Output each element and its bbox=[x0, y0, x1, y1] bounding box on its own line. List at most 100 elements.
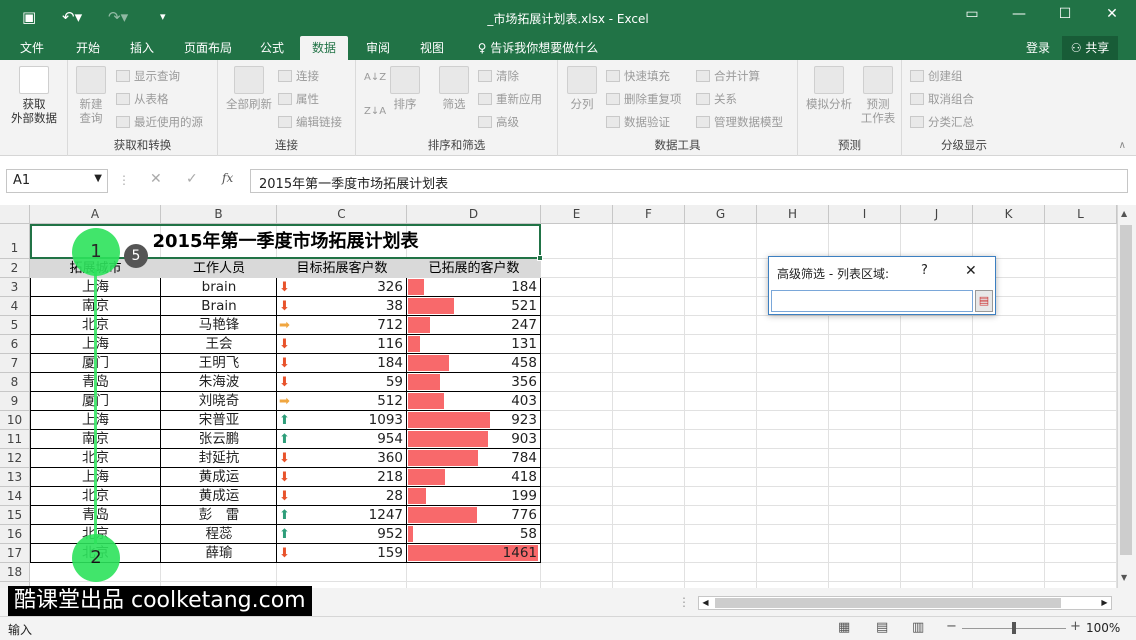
advanced-button[interactable]: 高级 bbox=[478, 114, 519, 130]
get-external-data-button[interactable]: 获取 外部数据 bbox=[4, 66, 64, 125]
cell-done[interactable]: 131 bbox=[407, 335, 537, 354]
edit-links-button[interactable]: 编辑链接 bbox=[278, 114, 342, 130]
cell-staff[interactable]: 朱海波 bbox=[161, 373, 277, 392]
tab-file[interactable]: 文件 bbox=[12, 36, 52, 60]
remove-duplicates-button[interactable]: 删除重复项 bbox=[606, 91, 682, 107]
row-header-5[interactable]: 5 bbox=[0, 316, 30, 335]
reapply-button[interactable]: 重新应用 bbox=[478, 91, 542, 107]
minimize-icon[interactable]: — bbox=[1005, 6, 1033, 22]
cell-target[interactable]: 218 bbox=[277, 468, 403, 487]
cell-target[interactable]: 38 bbox=[277, 297, 403, 316]
row-header-11[interactable]: 11 bbox=[0, 430, 30, 449]
chevron-down-icon[interactable]: ▼ bbox=[94, 173, 102, 184]
cell-done[interactable]: 521 bbox=[407, 297, 537, 316]
properties-button[interactable]: 属性 bbox=[278, 91, 319, 107]
row-header-15[interactable]: 15 bbox=[0, 506, 30, 525]
filter-button[interactable]: 筛选 bbox=[436, 66, 472, 111]
text-to-columns-button[interactable]: 分列 bbox=[562, 66, 602, 111]
cell-done[interactable]: 458 bbox=[407, 354, 537, 373]
cell-staff[interactable]: Brain bbox=[161, 297, 277, 316]
cell-staff[interactable]: 程蕊 bbox=[161, 525, 277, 544]
collapse-dialog-button[interactable]: ▤ bbox=[975, 290, 993, 312]
column-header-g[interactable]: G bbox=[685, 205, 757, 224]
row-header-4[interactable]: 4 bbox=[0, 297, 30, 316]
sort-button[interactable]: 排序 bbox=[388, 66, 422, 111]
tab-insert[interactable]: 插入 bbox=[120, 36, 164, 60]
column-label-4[interactable]: 已拓展的客户数 bbox=[407, 259, 541, 278]
cell-target[interactable]: 116 bbox=[277, 335, 403, 354]
what-if-button[interactable]: 模拟分析 bbox=[802, 66, 856, 111]
horizontal-scrollbar[interactable]: ◀ ▶ bbox=[698, 596, 1112, 610]
column-header-e[interactable]: E bbox=[541, 205, 613, 224]
row-header-10[interactable]: 10 bbox=[0, 411, 30, 430]
zoom-slider-thumb[interactable] bbox=[1012, 622, 1016, 634]
splitter-icon[interactable]: ⋮ bbox=[678, 595, 690, 609]
cell-staff[interactable]: 张云鹏 bbox=[161, 430, 277, 449]
row-header-8[interactable]: 8 bbox=[0, 373, 30, 392]
cell-target[interactable]: 512 bbox=[277, 392, 403, 411]
tab-view[interactable]: 视图 bbox=[410, 36, 454, 60]
cell-staff[interactable]: 黄成运 bbox=[161, 468, 277, 487]
scroll-down-icon[interactable]: ▼ bbox=[1121, 573, 1127, 582]
sort-za-icon[interactable]: Z↓A bbox=[364, 106, 386, 117]
recent-sources-button[interactable]: 最近使用的源 bbox=[116, 114, 203, 130]
cell-staff[interactable]: 刘晓奇 bbox=[161, 392, 277, 411]
tab-formulas[interactable]: 公式 bbox=[252, 36, 292, 60]
column-label-3[interactable]: 目标拓展客户数 bbox=[277, 259, 407, 278]
enter-icon[interactable]: ✓ bbox=[186, 171, 198, 187]
tell-me-box[interactable]: ♀ 告诉我你想要做什么 bbox=[468, 36, 608, 60]
cell-staff[interactable]: 宋普亚 bbox=[161, 411, 277, 430]
cell-staff[interactable]: 王明飞 bbox=[161, 354, 277, 373]
cell-target[interactable]: 59 bbox=[277, 373, 403, 392]
row-header-14[interactable]: 14 bbox=[0, 487, 30, 506]
column-header-l[interactable]: L bbox=[1045, 205, 1117, 224]
close-icon[interactable]: ✕ bbox=[1098, 6, 1126, 22]
list-range-input[interactable] bbox=[771, 290, 973, 312]
zoom-in-icon[interactable]: + bbox=[1070, 619, 1081, 634]
cell-target[interactable]: 184 bbox=[277, 354, 403, 373]
column-header-d[interactable]: D bbox=[407, 205, 541, 224]
cell-done[interactable]: 776 bbox=[407, 506, 537, 525]
scroll-thumb[interactable] bbox=[715, 598, 1061, 608]
scroll-left-icon[interactable]: ◀ bbox=[699, 597, 712, 609]
cell-target[interactable]: 28 bbox=[277, 487, 403, 506]
cell-target[interactable]: 1093 bbox=[277, 411, 403, 430]
cell-done[interactable]: 184 bbox=[407, 278, 537, 297]
row-header-6[interactable]: 6 bbox=[0, 335, 30, 354]
cell-done[interactable]: 903 bbox=[407, 430, 537, 449]
row-header-1[interactable]: 1 bbox=[0, 224, 30, 259]
sort-az-icon[interactable]: A↓Z bbox=[364, 72, 386, 83]
cell-staff[interactable]: 马艳锋 bbox=[161, 316, 277, 335]
page-layout-view-icon[interactable]: ▤ bbox=[876, 620, 888, 635]
cell-done[interactable]: 418 bbox=[407, 468, 537, 487]
cancel-icon[interactable]: ✕ bbox=[150, 171, 162, 187]
row-header-12[interactable]: 12 bbox=[0, 449, 30, 468]
cell-done[interactable]: 403 bbox=[407, 392, 537, 411]
subtotal-button[interactable]: 分类汇总 bbox=[910, 114, 974, 130]
column-label-2[interactable]: 工作人员 bbox=[161, 259, 277, 278]
scroll-right-icon[interactable]: ▶ bbox=[1098, 597, 1111, 609]
clear-button[interactable]: 清除 bbox=[478, 68, 519, 84]
cell-done[interactable]: 784 bbox=[407, 449, 537, 468]
cell-staff[interactable]: 薛瑜 bbox=[161, 544, 277, 563]
cell-target[interactable]: 1247 bbox=[277, 506, 403, 525]
from-table-button[interactable]: 从表格 bbox=[116, 91, 169, 107]
cell-target[interactable]: 360 bbox=[277, 449, 403, 468]
row-header-18[interactable]: 18 bbox=[0, 563, 30, 582]
dialog-help-button[interactable]: ? bbox=[921, 263, 928, 278]
cell-done[interactable]: 247 bbox=[407, 316, 537, 335]
normal-view-icon[interactable]: ▦ bbox=[838, 620, 850, 635]
data-validation-button[interactable]: 数据验证 bbox=[606, 114, 670, 130]
group-button[interactable]: 创建组 bbox=[910, 68, 963, 84]
cell-done[interactable]: 356 bbox=[407, 373, 537, 392]
zoom-level[interactable]: 100% bbox=[1086, 621, 1120, 635]
flash-fill-button[interactable]: 快速填充 bbox=[606, 68, 670, 84]
row-header-13[interactable]: 13 bbox=[0, 468, 30, 487]
row-header-17[interactable]: 17 bbox=[0, 544, 30, 563]
cell-done[interactable]: 923 bbox=[407, 411, 537, 430]
cell-staff[interactable]: 王会 bbox=[161, 335, 277, 354]
tab-home[interactable]: 开始 bbox=[66, 36, 110, 60]
cell-staff[interactable]: 黄成运 bbox=[161, 487, 277, 506]
column-header-c[interactable]: C bbox=[277, 205, 407, 224]
name-box[interactable]: A1 ▼ bbox=[6, 169, 108, 193]
